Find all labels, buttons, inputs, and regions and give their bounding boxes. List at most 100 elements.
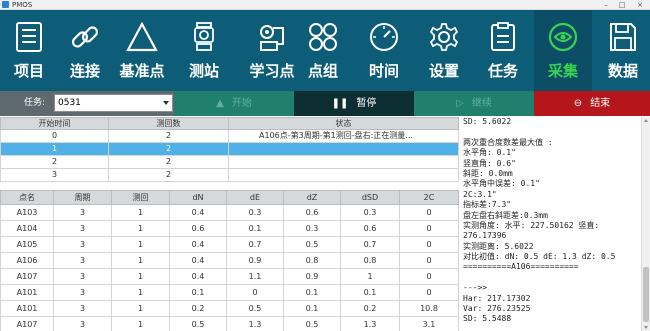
toolbar-item-connect[interactable]: 连接 bbox=[56, 10, 114, 91]
table-row[interactable]: 1 2 bbox=[0, 142, 459, 156]
task-select[interactable]: 0531 bbox=[54, 94, 173, 112]
scroll-up-icon[interactable] bbox=[644, 119, 648, 122]
log-line: 指标差:7.3" bbox=[463, 200, 512, 210]
table-row[interactable]: A101 3 1 0.1 0 0.1 0.1 0 bbox=[0, 284, 459, 301]
toolbar-item-task[interactable]: 任务 bbox=[474, 10, 532, 91]
table-cell: A107 bbox=[0, 316, 54, 331]
scrollbar-thumb[interactable] bbox=[643, 267, 649, 322]
status-cell bbox=[228, 168, 459, 182]
table-row[interactable]: A107 3 1 0.4 1.1 0.9 1 0 bbox=[0, 268, 459, 285]
table-cell: 1 bbox=[0, 142, 109, 156]
start-button[interactable]: ▲ 开始 bbox=[174, 91, 294, 116]
log-panel[interactable]: SD: 5.6022 两次重合度数差最大值 : 水平角: 0.1" 竖直角: 0.6"… bbox=[463, 117, 641, 329]
table-cell: 0.1 bbox=[169, 284, 227, 301]
log-line: 276.17396 bbox=[463, 231, 507, 241]
column-header[interactable]: dZ bbox=[283, 190, 341, 205]
table-cell: 3 bbox=[0, 168, 109, 182]
column-header[interactable]: 点名 bbox=[0, 190, 54, 205]
column-header[interactable]: dE bbox=[226, 190, 284, 205]
table-row[interactable]: 3 2 bbox=[0, 168, 459, 182]
task-select-value: 0531 bbox=[58, 98, 81, 108]
table-row[interactable]: A106 3 1 0.4 0.9 0.8 0.8 0 bbox=[0, 252, 459, 269]
table-row[interactable]: A107 3 1 0.5 1.3 0.5 1.3 3.1 bbox=[0, 316, 459, 331]
table-cell: 1.1 bbox=[226, 268, 284, 285]
start-button-label: 开始 bbox=[231, 98, 252, 109]
continue-button[interactable]: ▷ 继续 bbox=[414, 91, 534, 116]
log-line: --->> bbox=[463, 283, 488, 293]
toolbar-item-label: 数据 bbox=[607, 62, 638, 80]
end-button[interactable]: ⊖ 结束 bbox=[534, 91, 650, 116]
table-cell: 0 bbox=[399, 220, 459, 237]
toolbar-item-collect[interactable]: 采集 bbox=[534, 10, 592, 91]
table-cell: 1.3 bbox=[340, 316, 400, 331]
log-line: Har: 217.17302 bbox=[463, 293, 531, 303]
toolbar-item-point-group[interactable]: 点组 bbox=[294, 10, 352, 91]
column-header[interactable]: 开始时间 bbox=[0, 117, 109, 130]
table-cell: 1 bbox=[111, 252, 170, 269]
table-cell: 0.3 bbox=[283, 220, 341, 237]
table-cell: 3 bbox=[53, 268, 112, 285]
toolbar-item-station[interactable]: 测站 bbox=[175, 10, 233, 91]
column-header[interactable]: 2C bbox=[399, 190, 459, 205]
table-row[interactable]: A104 3 1 0.6 0.1 0.3 0.6 0 bbox=[0, 220, 459, 237]
column-header[interactable]: 状态 bbox=[228, 117, 459, 130]
table-cell: A105 bbox=[0, 236, 54, 253]
table-cell: 0.6 bbox=[340, 220, 400, 237]
table-row[interactable]: 2 2 bbox=[0, 155, 459, 169]
table-cell: 0.3 bbox=[226, 204, 284, 221]
table-cell: 2 bbox=[108, 155, 229, 169]
collect-icon bbox=[548, 22, 578, 52]
table-cell: 0.8 bbox=[283, 252, 341, 269]
log-line: SD: 5.5488 bbox=[463, 314, 512, 324]
table-cell: 0.5 bbox=[283, 236, 341, 253]
table-cell: 0.6 bbox=[283, 204, 341, 221]
minimize-button[interactable]: – bbox=[600, 0, 612, 10]
scroll-down-icon[interactable] bbox=[644, 326, 648, 329]
task-label: 任务: bbox=[24, 98, 46, 108]
log-scrollbar[interactable] bbox=[641, 117, 650, 331]
table-cell: 0.4 bbox=[169, 252, 227, 269]
table-cell: A101 bbox=[0, 300, 54, 317]
toolbar-item-settings[interactable]: 设置 bbox=[415, 10, 473, 91]
column-header[interactable]: 测回 bbox=[111, 190, 170, 205]
table-cell: A106 bbox=[0, 252, 54, 269]
table-row[interactable]: A101 3 1 0.2 0.5 0.1 0.2 10.8 bbox=[0, 300, 459, 317]
column-header[interactable]: 周期 bbox=[53, 190, 112, 205]
table-cell: 1 bbox=[111, 220, 170, 237]
table-cell: 0.9 bbox=[283, 268, 341, 285]
control-bar: 任务: 0531 ▲ 开始 ❚❚ 暂停 ▷ 继续 ⊖ 结束 bbox=[0, 91, 650, 116]
toolbar-item-project[interactable]: 项目 bbox=[0, 10, 58, 91]
log-line: SD: 5.6022 bbox=[463, 117, 512, 126]
main-toolbar: 项目 连接 基准点 测站 学习点 点组 时间 设置 任务 采集 数据 bbox=[0, 10, 650, 91]
column-header[interactable]: dN bbox=[169, 190, 227, 205]
table-row[interactable]: A103 3 1 0.4 0.3 0.6 0.3 0 bbox=[0, 204, 459, 221]
pause-button[interactable]: ❚❚ 暂停 bbox=[294, 91, 414, 116]
table-cell: 2 bbox=[108, 142, 229, 156]
table-row[interactable]: A105 3 1 0.4 0.7 0.5 0.7 0 bbox=[0, 236, 459, 253]
table-cell: 3.1 bbox=[399, 316, 459, 331]
column-header[interactable]: 测回数 bbox=[108, 117, 229, 130]
table-cell: 0.7 bbox=[340, 236, 400, 253]
toolbar-item-benchmark[interactable]: 基准点 bbox=[113, 10, 171, 91]
toolbar-item-time[interactable]: 时间 bbox=[355, 10, 413, 91]
table-cell: 0.2 bbox=[340, 300, 400, 317]
continue-button-label: 继续 bbox=[471, 98, 492, 109]
point-group-icon bbox=[309, 23, 337, 51]
status-cell: A106点-第3周期-第1测回-盘右:正在测量... bbox=[228, 129, 459, 143]
toolbar-item-label: 任务 bbox=[487, 62, 518, 80]
table-cell: 1 bbox=[340, 268, 400, 285]
close-button[interactable]: × bbox=[634, 0, 646, 10]
table-cell: 0 bbox=[399, 252, 459, 269]
maximize-button[interactable]: □ bbox=[616, 0, 628, 10]
toolbar-item-label: 时间 bbox=[368, 62, 399, 80]
table-cell: 0.5 bbox=[169, 316, 227, 331]
window-title: PMOS bbox=[12, 1, 33, 9]
table-cell: 2 bbox=[0, 155, 109, 169]
table-row[interactable]: 0 2 A106点-第3周期-第1测回-盘右:正在测量... bbox=[0, 129, 459, 143]
toolbar-item-label: 点组 bbox=[307, 62, 338, 80]
toolbar-item-data[interactable]: 数据 bbox=[594, 10, 650, 91]
toolbar-item-label: 测站 bbox=[188, 62, 219, 80]
column-header[interactable]: dSD bbox=[340, 190, 400, 205]
table-cell: 0.1 bbox=[340, 284, 400, 301]
